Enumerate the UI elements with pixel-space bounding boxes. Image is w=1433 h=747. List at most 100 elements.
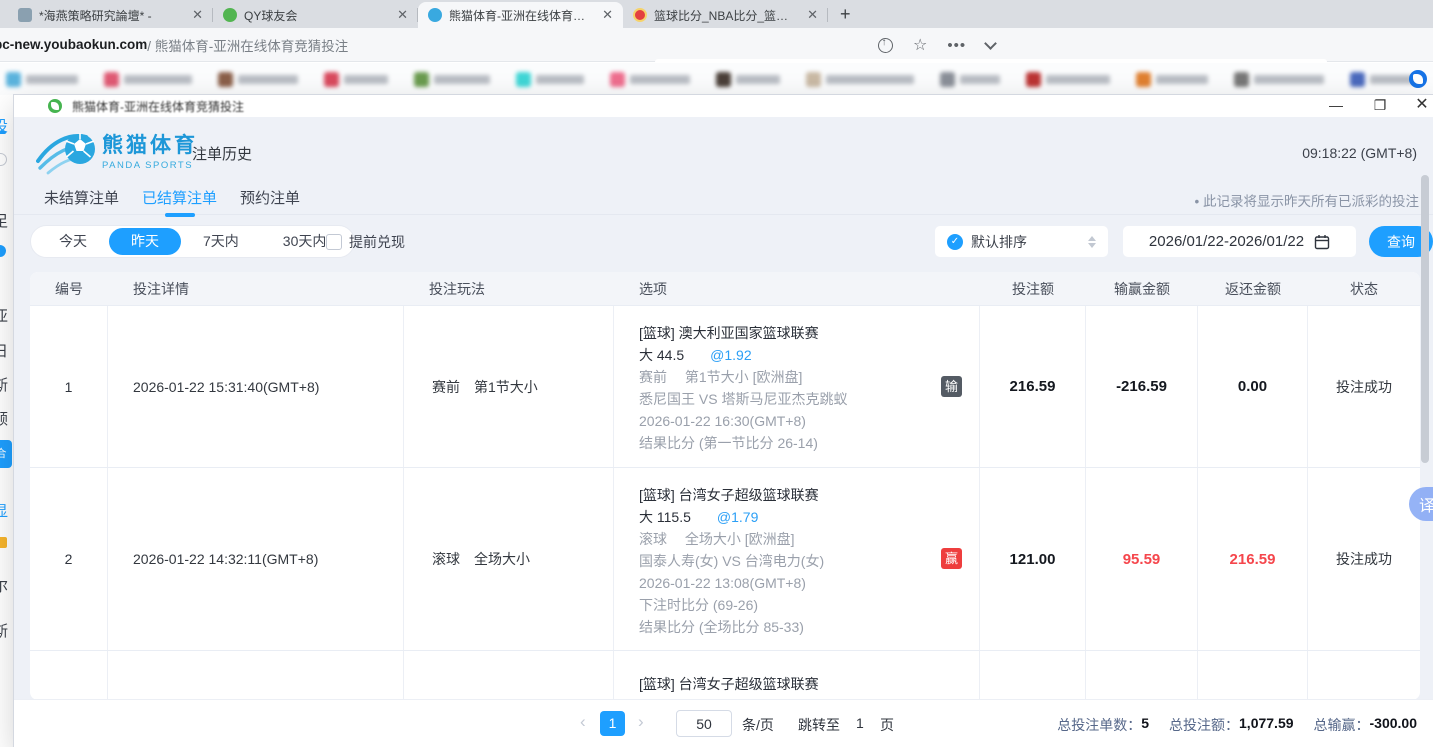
winloss-amount bbox=[1086, 651, 1198, 700]
bookmark-item[interactable] bbox=[104, 72, 192, 87]
bookmark-item[interactable] bbox=[940, 72, 1000, 87]
next-page-icon[interactable]: › bbox=[638, 712, 644, 732]
tab-close-icon[interactable]: ✕ bbox=[805, 7, 820, 23]
bookmark-label-redacted bbox=[1046, 75, 1110, 84]
bookmark-item[interactable] bbox=[414, 72, 490, 87]
minimize-button[interactable]: — bbox=[1321, 95, 1351, 117]
range-yesterday[interactable]: 昨天 bbox=[109, 228, 181, 255]
window-title: 熊猫体育-亚洲在线体育竞猜投注 bbox=[72, 98, 244, 115]
table-footer: ‹ 1 › 条/页 跳转至 1 页 总投注单数：5 总投注额：1,077.59 … bbox=[14, 700, 1433, 747]
new-tab-button[interactable]: + bbox=[840, 4, 851, 25]
tab-reserved-orders[interactable]: 预约注单 bbox=[240, 187, 300, 208]
page-title: 注单历史 bbox=[192, 143, 252, 164]
tab-favicon-qy-icon bbox=[223, 8, 237, 22]
stake-amount: 216.59 bbox=[980, 306, 1086, 467]
range-7days[interactable]: 7天内 bbox=[181, 228, 261, 255]
date-range-value: 2026/01/22-2026/01/22 bbox=[1149, 233, 1304, 250]
browser-tab[interactable]: 篮球比分_NBA比分_篮球比... ✕ bbox=[623, 2, 828, 28]
close-button[interactable]: ✕ bbox=[1407, 95, 1433, 117]
bookmark-favicon bbox=[6, 72, 21, 87]
checkbox-icon[interactable] bbox=[326, 234, 342, 250]
jump-to-label: 跳转至 bbox=[798, 715, 840, 735]
tab-close-icon[interactable]: ✕ bbox=[600, 7, 615, 23]
tab-title: QY球友会 bbox=[244, 7, 388, 24]
tab-favicon-panda-icon bbox=[428, 8, 442, 22]
date-range-pills: 今天 昨天 7天内 30天内 bbox=[30, 225, 355, 258]
bookmark-item[interactable] bbox=[716, 72, 780, 87]
background-nav-glyph: 日 bbox=[0, 340, 8, 361]
payout-amount bbox=[1198, 651, 1308, 700]
jump-page-value[interactable]: 1 bbox=[856, 715, 864, 731]
sort-select[interactable]: ✓ 默认排序 bbox=[935, 226, 1108, 257]
browser-tab[interactable]: *海燕策略研究論壇* - ✕ bbox=[8, 2, 213, 28]
bookmark-favicon bbox=[218, 72, 233, 87]
bookmark-item[interactable] bbox=[1350, 72, 1416, 87]
prev-page-icon[interactable]: ‹ bbox=[580, 712, 586, 732]
browser-logo-icon[interactable] bbox=[1409, 70, 1427, 88]
match-time-line: 2026-01-22 13:08(GMT+8) bbox=[639, 572, 979, 594]
bookmark-item[interactable] bbox=[6, 72, 78, 87]
match-time-line: 2026-01-22 16:30(GMT+8) bbox=[639, 410, 979, 432]
tab-close-icon[interactable]: ✕ bbox=[395, 7, 410, 23]
option-cell: [篮球] 澳大利亚国家篮球联赛 大 44.5@1.92 赛前 第1节大小 [欧洲… bbox=[614, 306, 980, 467]
bet-status: 投注成功 bbox=[1308, 306, 1420, 467]
tab-unsettled-orders[interactable]: 未结算注单 bbox=[44, 187, 119, 208]
window-titlebar[interactable]: 熊猫体育-亚洲在线体育竞猜投注 — ❐ ✕ bbox=[14, 95, 1433, 117]
row-number bbox=[30, 651, 108, 700]
browser-tab[interactable]: QY球友会 ✕ bbox=[213, 2, 418, 28]
background-nav-glyph: 显 bbox=[0, 500, 8, 521]
early-cashout-option[interactable]: 提前兑现 bbox=[326, 232, 405, 252]
bookmark-favicon bbox=[806, 72, 821, 87]
total-winloss-label: 总输赢： bbox=[1314, 715, 1370, 735]
bookmark-item[interactable] bbox=[1234, 72, 1324, 87]
background-nav-glyph: 尔 bbox=[0, 575, 8, 596]
more-options-icon[interactable]: ••• bbox=[947, 37, 966, 54]
total-count-label: 总投注单数： bbox=[1057, 715, 1141, 735]
col-status: 状态 bbox=[1308, 279, 1420, 299]
bookmark-item[interactable] bbox=[516, 72, 584, 87]
bookmark-star-icon[interactable]: ☆ bbox=[913, 35, 927, 55]
bookmark-item[interactable] bbox=[1136, 72, 1208, 87]
tab-settled-orders[interactable]: 已结算注单 bbox=[142, 187, 217, 208]
bookmark-item[interactable] bbox=[324, 72, 388, 87]
payout-amount: 216.59 bbox=[1198, 468, 1308, 650]
bookmark-label-redacted bbox=[630, 75, 690, 84]
bet-detail-cell: 2026-01-22 14:32:11(GMT+8) 5307190594803… bbox=[108, 468, 404, 650]
current-page-button[interactable]: 1 bbox=[600, 711, 625, 736]
background-nav-glyph: 斯 bbox=[0, 374, 8, 395]
bookmark-item[interactable] bbox=[1026, 72, 1110, 87]
bet-status bbox=[1308, 651, 1420, 700]
bookmark-item[interactable] bbox=[218, 72, 298, 87]
bookmark-item[interactable] bbox=[610, 72, 690, 87]
result-badge: 输 bbox=[941, 376, 962, 397]
market-line: 滚球 全场大小 [欧洲盘] bbox=[639, 528, 979, 550]
range-today[interactable]: 今天 bbox=[37, 228, 109, 255]
col-winloss: 输赢金额 bbox=[1086, 279, 1198, 299]
bookmark-favicon bbox=[414, 72, 429, 87]
bet-status: 投注成功 bbox=[1308, 468, 1420, 650]
browser-tab-active[interactable]: 熊猫体育-亚洲在线体育竞猜 ✕ bbox=[418, 2, 623, 28]
row-number: 1 bbox=[30, 306, 108, 467]
bookmark-label-redacted bbox=[238, 75, 298, 84]
bookmarks-bar bbox=[0, 63, 1433, 95]
pick: 大 44.5 bbox=[639, 347, 684, 363]
clock: 09:18:22 (GMT+8) bbox=[1302, 145, 1417, 161]
bookmark-item[interactable] bbox=[806, 72, 914, 87]
teams-line: 国泰人寿(女) VS 台湾电力(女) bbox=[639, 550, 979, 572]
orders-table: 编号 投注详情 投注玩法 选项 投注额 输赢金额 返还金额 状态 1 2026-… bbox=[30, 272, 1420, 700]
pick: 大 115.5 bbox=[639, 509, 691, 525]
tab-close-icon[interactable]: ✕ bbox=[190, 7, 205, 23]
background-nav-glyph: 顿 bbox=[0, 408, 8, 429]
scrollbar-thumb[interactable] bbox=[1421, 175, 1429, 463]
blue-dot-icon bbox=[0, 245, 6, 257]
option-cell: [篮球] 台湾女子超级篮球联赛 bbox=[614, 651, 980, 700]
panda-sports-logo-icon bbox=[36, 125, 98, 175]
maximize-button[interactable]: ❐ bbox=[1365, 95, 1395, 117]
send-tab-icon[interactable] bbox=[878, 38, 893, 53]
date-range-picker[interactable]: 2026/01/22-2026/01/22 bbox=[1123, 226, 1356, 257]
winloss-amount: -216.59 bbox=[1086, 306, 1198, 467]
dropdown-chevron-icon[interactable] bbox=[984, 37, 997, 50]
url-field[interactable]: bc-new.youbaokun.com / 熊猫体育-亚洲在线体育竞猜投注 bbox=[0, 32, 644, 58]
bet-detail-cell bbox=[108, 651, 404, 700]
page-size-input[interactable] bbox=[676, 710, 732, 737]
